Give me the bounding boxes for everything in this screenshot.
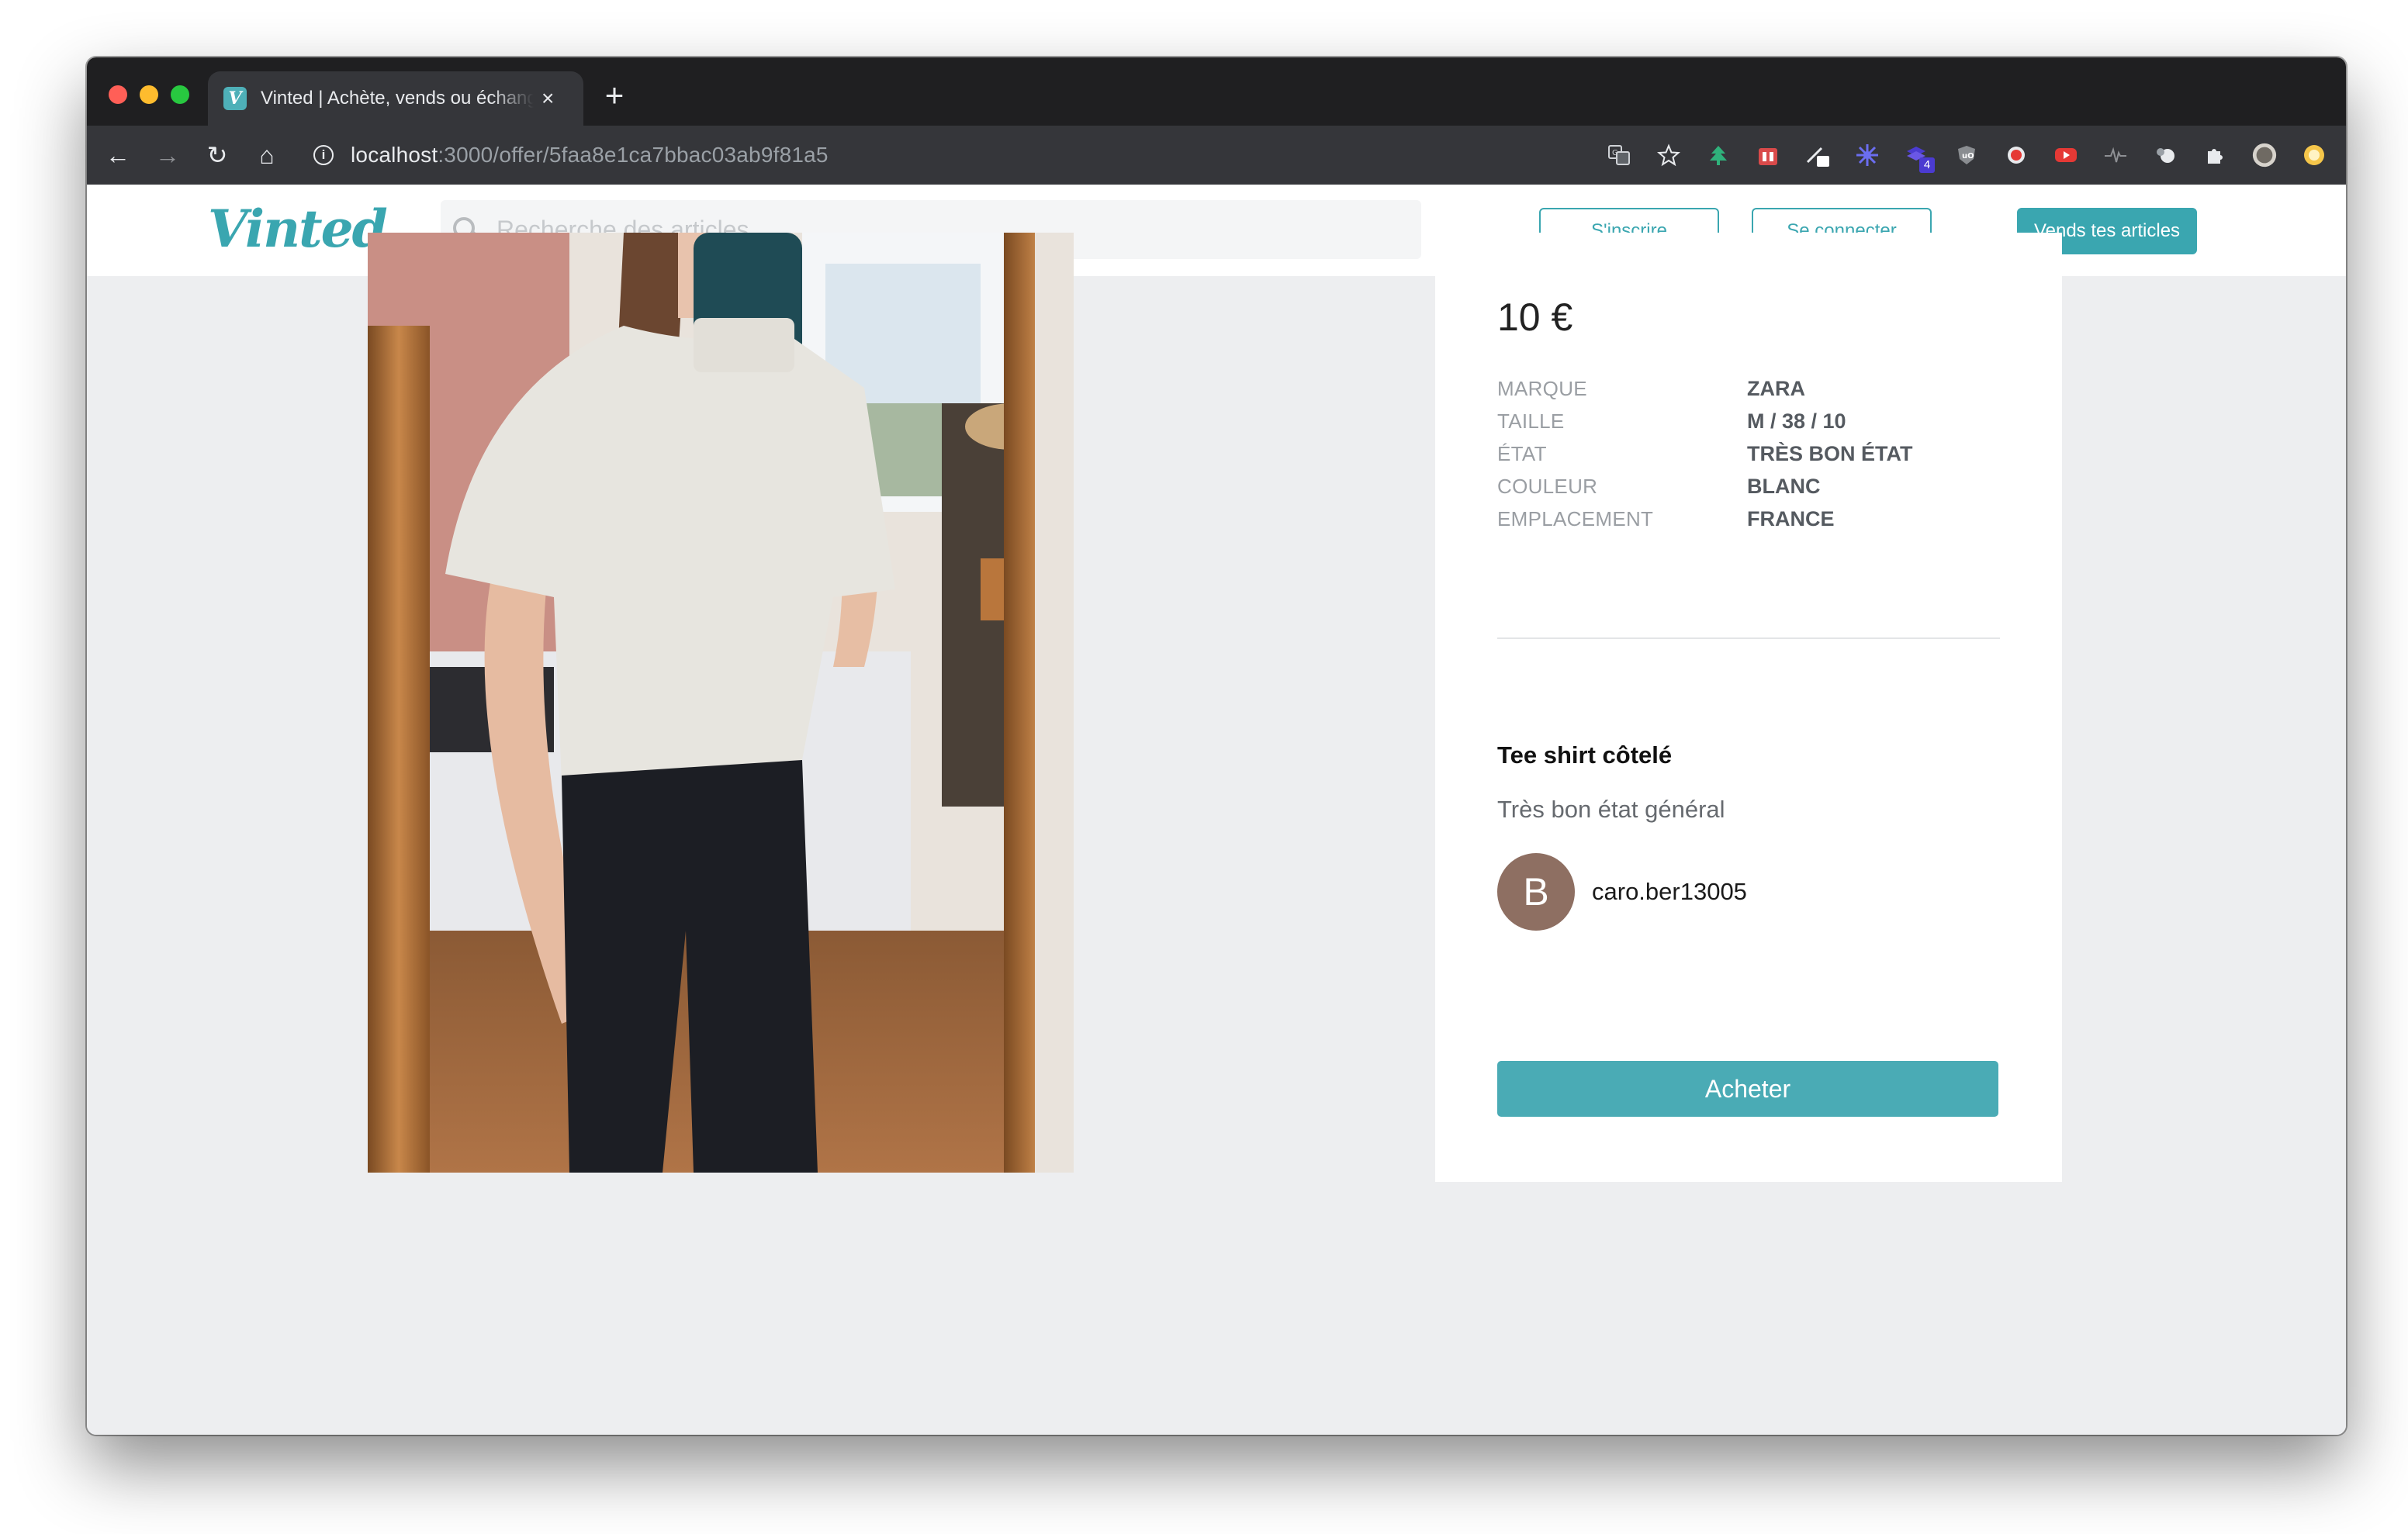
buy-button[interactable]: Acheter <box>1497 1061 1998 1117</box>
spec-value: M / 38 / 10 <box>1747 409 1846 433</box>
svg-text:uO: uO <box>1962 152 1974 161</box>
ublock-icon[interactable]: uO <box>1953 142 1980 168</box>
minimize-window-button[interactable] <box>140 85 158 104</box>
vinted-logo[interactable]: Vinted <box>208 199 388 259</box>
new-tab-button[interactable]: + <box>596 78 633 115</box>
browser-toolbar: ← → ↻ ⌂ i localhost:3000/offer/5faa8e1ca… <box>87 126 2346 185</box>
pulse-icon[interactable] <box>2102 142 2129 168</box>
gift-icon[interactable] <box>1755 142 1781 168</box>
zoom-window-button[interactable] <box>171 85 189 104</box>
spec-row-size: TAILLE M / 38 / 10 <box>1497 405 2009 437</box>
browser-window: V Vinted | Achète, vends ou échange × + … <box>87 57 2346 1435</box>
extensions-bar: G 4 uO <box>1583 136 2327 174</box>
spec-key: COULEUR <box>1497 474 1598 498</box>
spec-value: ZARA <box>1747 376 1805 400</box>
offer-details-card: 10 € MARQUE ZARA TAILLE M / 38 / 10 ÉTAT… <box>1435 233 2062 1182</box>
smiley-icon[interactable] <box>2301 142 2327 168</box>
spec-value: FRANCE <box>1747 506 1835 530</box>
product-description: Très bon état général <box>1497 796 1725 823</box>
spec-key: ÉTAT <box>1497 441 1547 465</box>
tab-title: Vinted | Achète, vends ou échange <box>261 88 534 109</box>
back-button[interactable]: ← <box>99 136 137 174</box>
cookie-icon[interactable] <box>2152 142 2178 168</box>
seller-username[interactable]: caro.ber13005 <box>1592 878 1747 906</box>
product-title: Tee shirt côtelé <box>1497 741 1673 769</box>
stack-icon[interactable]: 4 <box>1904 142 1935 173</box>
url-text[interactable]: localhost:3000/offer/5faa8e1ca7bbac03ab9… <box>351 143 829 168</box>
site-info-icon[interactable]: i <box>313 145 334 165</box>
page-viewport: Vinted S'inscrire Se connecter Vends tes… <box>87 185 2346 1435</box>
seller-avatar[interactable]: B <box>1497 853 1575 931</box>
spec-key: MARQUE <box>1497 376 1587 400</box>
details-divider <box>1497 637 2000 639</box>
spec-value: TRÈS BON ÉTAT <box>1747 441 1913 465</box>
spec-row-location: EMPLACEMENT FRANCE <box>1497 503 2009 535</box>
youtube-icon[interactable] <box>2053 142 2079 168</box>
svg-text:G: G <box>1612 149 1618 157</box>
translate-icon[interactable]: G <box>1606 142 1632 168</box>
profile-avatar-icon[interactable] <box>2251 142 2278 168</box>
puzzle-flower-icon[interactable] <box>1854 142 1880 168</box>
extension-badge: 4 <box>1919 157 1935 173</box>
tab-strip: V Vinted | Achète, vends ou échange × + <box>87 57 2346 126</box>
url-path: :3000/offer/5faa8e1ca7bbac03ab9f81a5 <box>438 143 829 167</box>
product-photo[interactable] <box>368 233 1074 1173</box>
close-window-button[interactable] <box>109 85 127 104</box>
spec-key: EMPLACEMENT <box>1497 506 1654 530</box>
seller-info[interactable]: B caro.ber13005 <box>1497 853 1747 931</box>
browser-tab-active[interactable]: V Vinted | Achète, vends ou échange × <box>208 71 583 126</box>
star-icon[interactable] <box>1656 142 1682 168</box>
spec-row-condition: ÉTAT TRÈS BON ÉTAT <box>1497 437 2009 470</box>
pen-icon[interactable] <box>1804 142 1831 168</box>
offer-price: 10 € <box>1497 295 1573 339</box>
record-icon[interactable] <box>2003 142 2029 168</box>
spec-row-color: COULEUR BLANC <box>1497 470 2009 503</box>
reload-button[interactable]: ↻ <box>199 136 236 174</box>
spec-row-brand: MARQUE ZARA <box>1497 372 2009 405</box>
vinted-favicon-icon: V <box>223 87 247 110</box>
tree-icon[interactable] <box>1705 142 1732 168</box>
extensions-icon[interactable] <box>2202 142 2228 168</box>
home-button[interactable]: ⌂ <box>248 136 285 174</box>
tab-close-icon[interactable]: × <box>541 88 554 109</box>
address-bar[interactable]: i localhost:3000/offer/5faa8e1ca7bbac03a… <box>306 133 1632 177</box>
url-host: localhost <box>351 143 438 167</box>
spec-key: TAILLE <box>1497 409 1565 433</box>
offer-specs: MARQUE ZARA TAILLE M / 38 / 10 ÉTAT TRÈS… <box>1497 372 2009 535</box>
spec-value: BLANC <box>1747 474 1821 498</box>
forward-button[interactable]: → <box>149 136 186 174</box>
